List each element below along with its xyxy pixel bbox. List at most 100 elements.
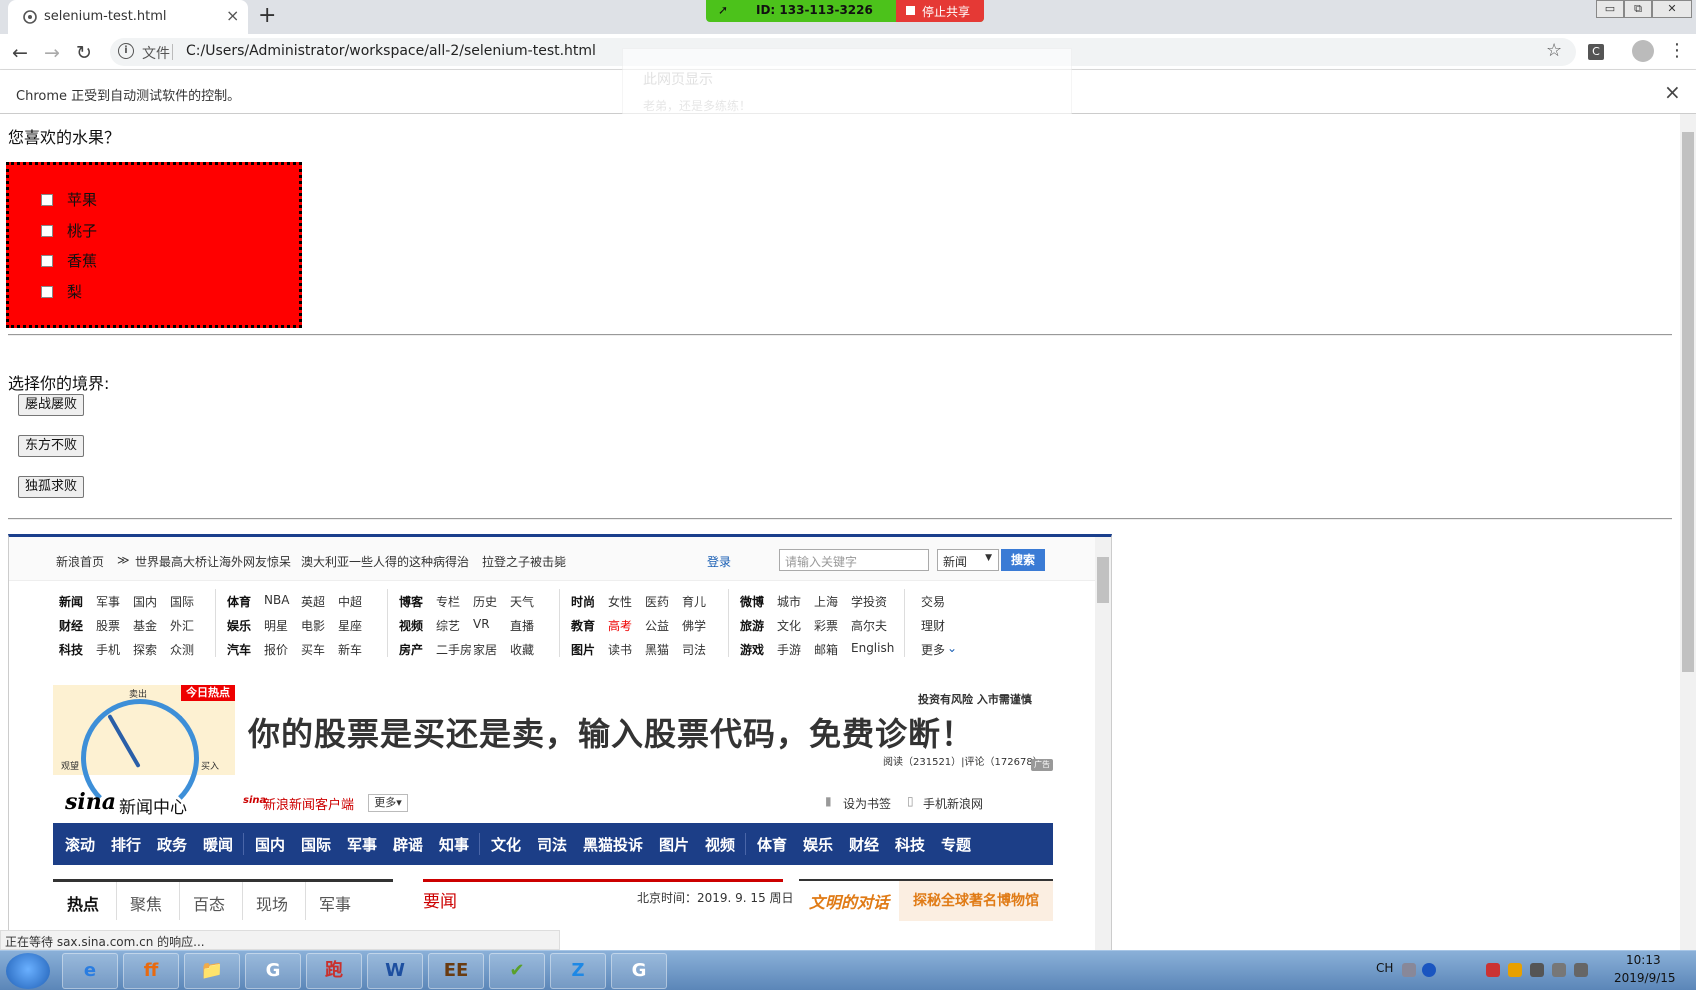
taskbar-app[interactable]: ff bbox=[123, 953, 179, 989]
more-dropdown[interactable]: 更多▾ bbox=[368, 794, 408, 812]
nav-link[interactable]: 娱乐 bbox=[227, 617, 251, 634]
main-nav-link[interactable]: 国内 bbox=[255, 834, 285, 855]
nav-link[interactable]: 电影 bbox=[301, 617, 325, 634]
main-nav-link[interactable]: 科技 bbox=[895, 834, 925, 855]
volume-icon[interactable] bbox=[1530, 963, 1544, 977]
main-nav-link[interactable]: 文化 bbox=[491, 834, 521, 855]
ad-headline[interactable]: 你的股票是买还是卖，输入股票代码，免费诊断！ bbox=[248, 709, 974, 755]
checkbox[interactable] bbox=[41, 225, 53, 237]
help-icon[interactable] bbox=[1422, 963, 1436, 977]
fruit-option-apple[interactable]: 苹果 bbox=[41, 189, 97, 210]
main-nav-link[interactable]: 滚动 bbox=[65, 834, 95, 855]
fruit-option-pear[interactable]: 梨 bbox=[41, 281, 82, 302]
nav-link[interactable]: 财经 bbox=[59, 617, 83, 634]
nav-link[interactable]: 上海 bbox=[814, 593, 838, 610]
nav-link[interactable]: VR bbox=[473, 617, 490, 631]
taskbar-app[interactable]: W bbox=[367, 953, 423, 989]
forward-icon[interactable]: → bbox=[44, 42, 60, 64]
search-category-select[interactable]: 新闻 ▼ bbox=[937, 549, 999, 571]
nav-link[interactable]: 新车 bbox=[338, 641, 362, 658]
nav-link[interactable]: 明星 bbox=[264, 617, 288, 634]
nav-link[interactable]: 买车 bbox=[301, 641, 325, 658]
news-tab[interactable]: 百态 bbox=[193, 891, 225, 915]
nav-link[interactable]: 天气 bbox=[510, 593, 534, 610]
main-nav-link[interactable]: 娱乐 bbox=[803, 834, 833, 855]
back-icon[interactable]: ← bbox=[12, 42, 28, 64]
taskbar-app[interactable]: e bbox=[62, 953, 118, 989]
nav-link[interactable]: 佛学 bbox=[682, 617, 706, 634]
nav-link[interactable]: 图片 bbox=[571, 641, 595, 658]
iframe-scroll-thumb[interactable] bbox=[1097, 557, 1109, 603]
checkbox[interactable] bbox=[41, 194, 53, 206]
nav-link[interactable]: 高尔夫 bbox=[851, 617, 887, 634]
reload-icon[interactable]: ↻ bbox=[76, 42, 92, 64]
headline-link[interactable]: 拉登之子被击毙 bbox=[482, 553, 566, 570]
nav-link[interactable]: 外汇 bbox=[170, 617, 194, 634]
qq-icon[interactable] bbox=[1508, 963, 1522, 977]
minimize-button[interactable]: ▭ bbox=[1596, 0, 1624, 18]
nav-link[interactable]: 视频 bbox=[399, 617, 423, 634]
infobar-close-icon[interactable]: × bbox=[1664, 80, 1681, 104]
tab-close-icon[interactable]: × bbox=[226, 6, 239, 25]
nav-link[interactable]: 国内 bbox=[133, 593, 157, 610]
nav-link[interactable]: 基金 bbox=[133, 617, 157, 634]
main-nav-link[interactable]: 暖闻 bbox=[203, 834, 233, 855]
main-nav-link[interactable]: 图片 bbox=[659, 834, 689, 855]
nav-link[interactable]: 时尚 bbox=[571, 593, 595, 610]
nav-link[interactable]: 综艺 bbox=[436, 617, 460, 634]
nav-link[interactable]: 育儿 bbox=[682, 593, 706, 610]
stock-ad-banner[interactable]: 卖出 观望 买入 今日热点 你的股票是买还是卖，输入股票代码，免费诊断！ 投资有… bbox=[53, 685, 1053, 817]
news-tab[interactable]: 聚焦 bbox=[130, 891, 162, 915]
main-nav-link[interactable]: 专题 bbox=[941, 834, 971, 855]
iframe-scrollbar[interactable] bbox=[1095, 537, 1111, 950]
nav-link[interactable]: 中超 bbox=[338, 593, 362, 610]
nav-link[interactable]: 邮箱 bbox=[814, 641, 838, 658]
nav-link[interactable]: 国际 bbox=[170, 593, 194, 610]
sina-search-button[interactable]: 搜索 bbox=[1001, 549, 1045, 571]
nav-link[interactable]: 文化 bbox=[777, 617, 801, 634]
bookmark-star-icon[interactable]: ☆ bbox=[1546, 40, 1562, 61]
nav-link[interactable]: 彩票 bbox=[814, 617, 838, 634]
nav-link[interactable]: 科技 bbox=[59, 641, 83, 658]
sina-home-link[interactable]: 新浪首页 bbox=[56, 553, 104, 570]
nav-link[interactable]: 股票 bbox=[96, 617, 120, 634]
headline-link[interactable]: 世界最高大桥让海外网友惊呆 bbox=[135, 553, 291, 570]
menu-icon[interactable]: ⋮ bbox=[1668, 40, 1686, 61]
close-window-button[interactable]: ✕ bbox=[1652, 0, 1692, 18]
main-nav-link[interactable]: 国际 bbox=[301, 834, 331, 855]
info-icon[interactable]: i bbox=[118, 43, 134, 59]
checkbox[interactable] bbox=[41, 255, 53, 267]
sina-search-input[interactable]: 请输入关键字 bbox=[779, 549, 929, 571]
maximize-button[interactable]: ⧉ bbox=[1624, 0, 1652, 18]
nav-link[interactable]: 女性 bbox=[608, 593, 632, 610]
nav-link[interactable]: 专栏 bbox=[436, 593, 460, 610]
client-link[interactable]: 新浪新闻客户端 bbox=[263, 794, 354, 813]
stop-share-button[interactable]: 停止共享 bbox=[896, 0, 984, 22]
nav-link[interactable]: 新闻 bbox=[59, 593, 83, 610]
nav-link[interactable]: 手游 bbox=[777, 641, 801, 658]
nav-link[interactable]: 体育 bbox=[227, 593, 251, 610]
nav-link[interactable]: 城市 bbox=[777, 593, 801, 610]
checkbox[interactable] bbox=[41, 286, 53, 298]
main-nav-link[interactable]: 辟谣 bbox=[393, 834, 423, 855]
nav-link[interactable]: 教育 bbox=[571, 617, 595, 634]
nav-link[interactable]: 旅游 bbox=[740, 617, 764, 634]
main-nav-link[interactable]: 军事 bbox=[347, 834, 377, 855]
browser-tab[interactable]: selenium-test.html × bbox=[8, 0, 248, 34]
login-link[interactable]: 登录 bbox=[707, 553, 731, 570]
main-nav-link[interactable]: 黑猫投诉 bbox=[583, 834, 643, 855]
main-nav-link[interactable]: 体育 bbox=[757, 834, 787, 855]
new-tab-button[interactable]: + bbox=[258, 3, 276, 28]
nav-link[interactable]: 读书 bbox=[608, 641, 632, 658]
main-nav-link[interactable]: 排行 bbox=[111, 834, 141, 855]
nav-link[interactable]: 直播 bbox=[510, 617, 534, 634]
input-language[interactable]: CH bbox=[1376, 961, 1393, 975]
nav-link[interactable]: 历史 bbox=[473, 593, 497, 610]
page-scroll-thumb[interactable] bbox=[1682, 132, 1694, 672]
fruit-option-banana[interactable]: 香蕉 bbox=[41, 250, 97, 271]
nav-link[interactable]: 司法 bbox=[682, 641, 706, 658]
nav-link[interactable]: 房产 bbox=[399, 641, 423, 658]
url-text[interactable]: C:/Users/Administrator/workspace/all-2/s… bbox=[186, 43, 596, 59]
taskbar-app[interactable]: Z bbox=[550, 953, 606, 989]
nav-link[interactable]: 星座 bbox=[338, 617, 362, 634]
